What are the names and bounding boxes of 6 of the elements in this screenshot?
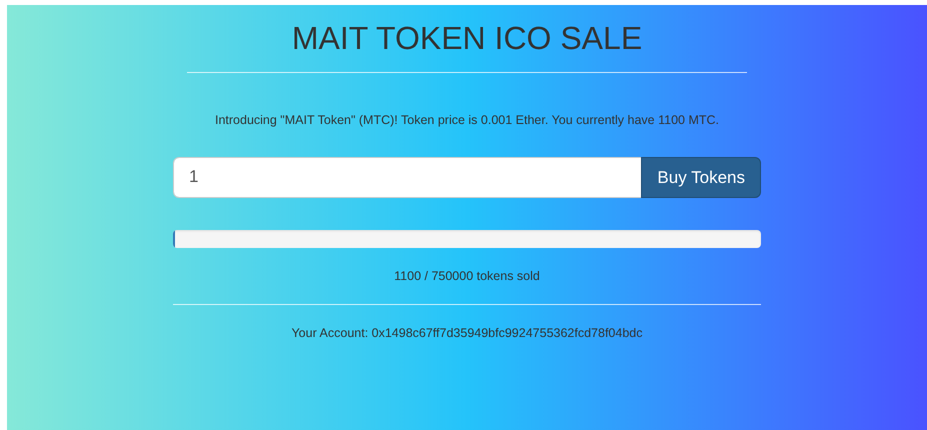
buy-tokens-button[interactable]: Buy Tokens [641,156,761,198]
account-text: Your Account: 0x1498c67ff7d35949bfc9924755362fcd78f04bdc [290,324,644,342]
page-title: MAIT TOKEN ICO SALE [290,21,644,56]
tokens-sold-text: 1100 / 750000 tokens sold [393,268,541,285]
intro-text: Introducing "MAIT Token" (MTC)! Token price is 0.001 Ether. You currently have 1100 MTC. [214,112,720,130]
token-amount-field[interactable]: 1 [173,156,642,198]
